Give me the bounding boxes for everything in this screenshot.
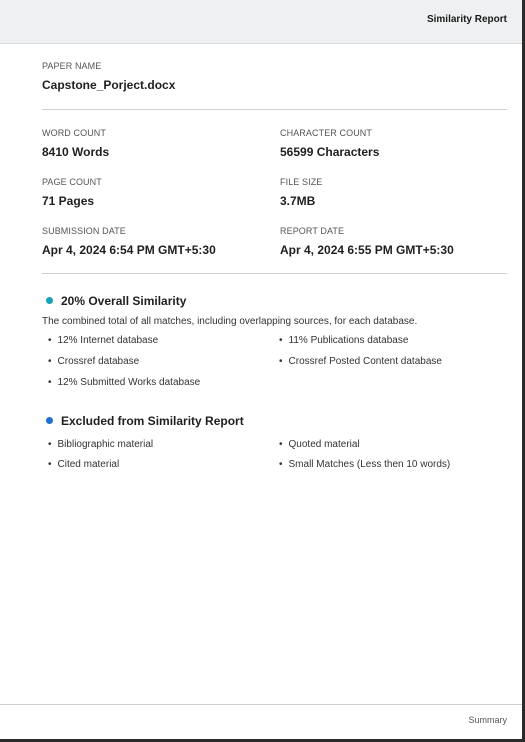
similarity-item: 12% Internet database [48, 335, 159, 346]
report-page: Similarity Report PAPER NAME Capstone_Po… [0, 0, 522, 739]
report-header: Similarity Report [0, 0, 522, 44]
page-count-label: PAGE COUNT [42, 177, 102, 187]
submission-date-value: Apr 4, 2024 6:54 PM GMT+5:30 [42, 243, 216, 257]
file-size-value: 3.7MB [280, 194, 316, 208]
similarity-title: 20% Overall Similarity [61, 294, 187, 308]
similarity-description: The combined total of all matches, inclu… [42, 316, 418, 327]
similarity-item: Crossref database [48, 356, 140, 367]
divider [42, 273, 507, 274]
divider [42, 109, 507, 110]
excluded-item: Cited material [48, 459, 120, 470]
word-count-value: 8410 Words [42, 145, 110, 159]
report-title: Similarity Report [426, 14, 507, 25]
paper-name-label: PAPER NAME [42, 61, 102, 71]
similarity-dot-icon [46, 297, 53, 304]
excluded-item: Bibliographic material [48, 439, 154, 450]
report-footer: Summary [0, 704, 522, 739]
character-count-value: 56599 Characters [280, 145, 380, 159]
footer-summary-label: Summary [468, 715, 507, 725]
similarity-item: 12% Submitted Works database [48, 377, 201, 388]
character-count-label: CHARACTER COUNT [280, 128, 373, 138]
similarity-item: 11% Publications database [279, 335, 409, 346]
excluded-item: Quoted material [279, 439, 360, 450]
excluded-title: Excluded from Similarity Report [61, 414, 244, 428]
excluded-item: Small Matches (Less then 10 words) [279, 459, 451, 470]
submission-date-label: SUBMISSION DATE [42, 226, 126, 236]
report-date-label: REPORT DATE [280, 226, 345, 236]
file-size-label: FILE SIZE [280, 177, 323, 187]
report-date-value: Apr 4, 2024 6:55 PM GMT+5:30 [280, 243, 454, 257]
page-count-value: 71 Pages [42, 194, 95, 208]
word-count-label: WORD COUNT [42, 128, 106, 138]
excluded-dot-icon [46, 417, 53, 424]
paper-name-value: Capstone_Porject.docx [42, 78, 176, 92]
similarity-item: Crossref Posted Content database [279, 356, 442, 367]
